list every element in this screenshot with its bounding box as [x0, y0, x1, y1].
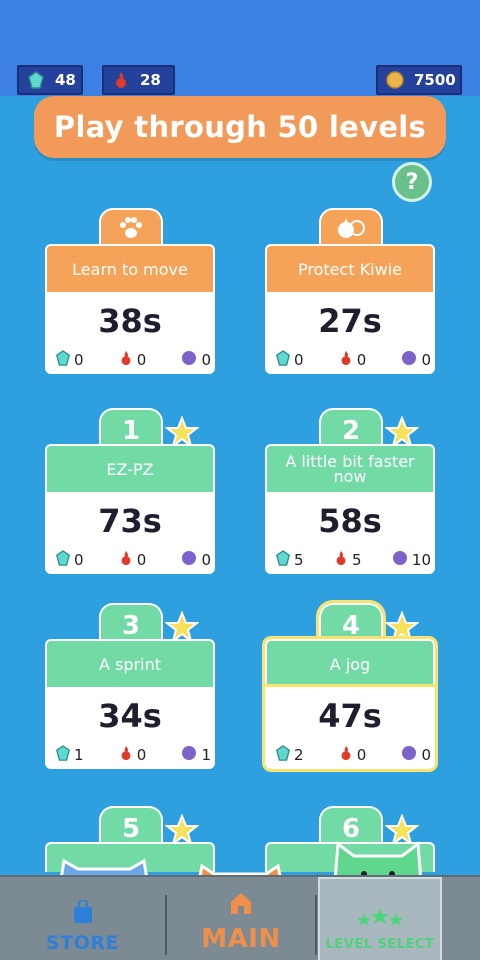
fire-counter: 28 — [102, 65, 175, 95]
main-button[interactable]: MAIN — [167, 877, 315, 960]
level-select-button[interactable]: LEVEL SELECT — [318, 877, 442, 960]
top-bar: 48 28 7500 — [0, 0, 480, 96]
store-button[interactable]: STORE — [0, 877, 165, 960]
main-label: MAIN — [201, 924, 281, 954]
level-name: A jog — [262, 636, 438, 690]
fire-icon — [338, 745, 354, 765]
level-berries: 0 — [201, 551, 211, 569]
coin-icon — [386, 71, 404, 89]
bottom-nav: STORE MAIN LEVEL SELECT — [0, 875, 480, 960]
gem-count: 48 — [55, 71, 76, 89]
paw-icon — [117, 215, 145, 248]
kiwi-icon — [336, 215, 366, 248]
home-icon — [228, 891, 254, 922]
level-berries: 10 — [411, 551, 431, 569]
level-time: 34s — [98, 697, 162, 735]
level-berries: 1 — [201, 746, 211, 764]
level-name: EZ-PZ — [45, 444, 215, 492]
level-fire: 0 — [136, 351, 147, 369]
level-gems: 5 — [294, 551, 304, 569]
fire-icon — [338, 350, 354, 370]
level-name: A little bit faster now — [265, 444, 435, 492]
berry-icon — [391, 550, 409, 570]
level-time: 38s — [98, 302, 162, 340]
level-fire: 0 — [136, 746, 147, 764]
level-time: 47s — [318, 697, 382, 735]
level-fire: 0 — [136, 551, 147, 569]
level-gems: 0 — [294, 351, 304, 369]
goal-banner: Play through 50 levels — [34, 96, 446, 158]
gem-icon — [55, 350, 71, 370]
level-fire: 5 — [351, 551, 362, 569]
level-berries: 0 — [421, 351, 431, 369]
level-name: Learn to move — [45, 244, 215, 292]
level-fire: 0 — [356, 351, 367, 369]
level-fire: 0 — [356, 746, 367, 764]
fire-icon — [118, 745, 134, 765]
coin-count: 7500 — [414, 71, 456, 89]
gem-icon — [55, 745, 71, 765]
level-berries: 0 — [421, 746, 431, 764]
gem-icon — [275, 550, 291, 570]
gem-icon — [27, 71, 45, 89]
fire-count: 28 — [140, 71, 161, 89]
level-time: 58s — [318, 502, 382, 540]
gem-icon — [275, 350, 291, 370]
store-label: STORE — [46, 932, 119, 954]
berry-icon — [400, 350, 418, 370]
fire-icon — [118, 350, 134, 370]
gem-icon — [55, 550, 71, 570]
shopping-bag-icon — [72, 899, 94, 929]
level-gems: 0 — [74, 351, 84, 369]
level-time: 27s — [318, 302, 382, 340]
level-name: Protect Kiwie — [265, 244, 435, 292]
level-time: 73s — [98, 502, 162, 540]
nav-divider — [315, 895, 317, 955]
coin-counter: 7500 — [376, 65, 462, 95]
fire-icon — [118, 550, 134, 570]
level-gems: 2 — [294, 746, 304, 764]
gem-icon — [275, 745, 291, 765]
berry-icon — [180, 745, 198, 765]
level-gems: 1 — [74, 746, 84, 764]
fire-icon — [112, 71, 130, 89]
three-stars-icon — [356, 907, 404, 933]
level-gems: 0 — [74, 551, 84, 569]
berry-icon — [180, 350, 198, 370]
level-berries: 0 — [201, 351, 211, 369]
help-button[interactable]: ? — [392, 162, 432, 202]
fire-icon — [333, 550, 349, 570]
berry-icon — [180, 550, 198, 570]
level-select-label: LEVEL SELECT — [325, 937, 435, 952]
gem-counter: 48 — [17, 65, 83, 95]
level-name: A sprint — [45, 639, 215, 687]
berry-icon — [400, 745, 418, 765]
